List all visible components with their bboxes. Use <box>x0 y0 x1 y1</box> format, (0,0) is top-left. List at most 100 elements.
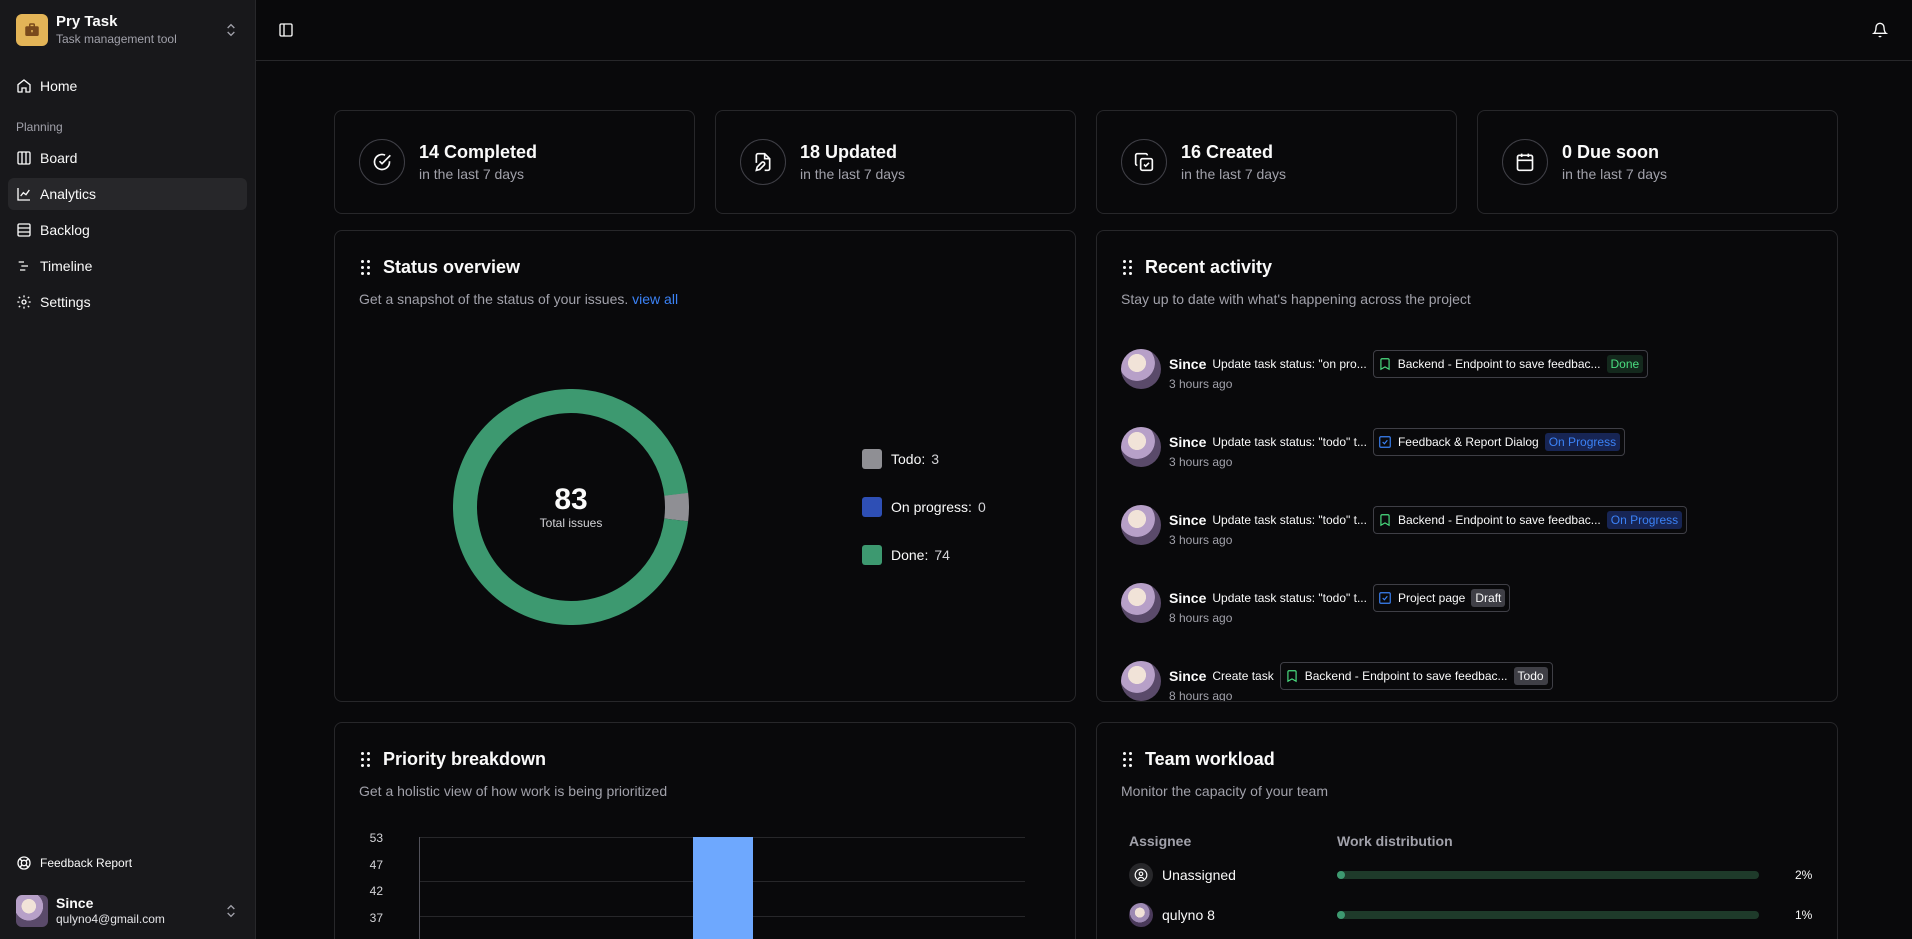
activity-text: Update task status: "on pro... <box>1212 357 1367 371</box>
app-root: Pry Task Task management tool Home Plann… <box>0 0 1912 939</box>
activity-time: 8 hours ago <box>1169 689 1233 702</box>
task-chip[interactable]: Backend - Endpoint to save feedbac... To… <box>1279 662 1553 690</box>
task-chip[interactable]: Feedback & Report Dialog On Progress <box>1372 428 1626 456</box>
table-icon <box>17 223 31 237</box>
workspace-name: Pry Task <box>56 13 118 30</box>
activity-user: Since <box>1169 668 1207 684</box>
activity-time: 3 hours ago <box>1169 377 1233 391</box>
avatar <box>1121 505 1161 545</box>
drag-handle-icon[interactable] <box>359 260 371 276</box>
drag-handle-icon[interactable] <box>359 752 371 768</box>
card-description: Get a holistic view of how work is being… <box>359 783 668 799</box>
user-name: Since <box>56 895 94 911</box>
task-chip[interactable]: Project page Draft <box>1372 584 1511 612</box>
stat-subtitle: in the last 7 days <box>1562 166 1668 182</box>
legend-done: Done: 74 <box>862 543 986 567</box>
stat-created: 16 Created in the last 7 days <box>1096 110 1457 214</box>
user-menu[interactable]: Since qulyno4@gmail.com <box>0 887 255 939</box>
stat-updated: 18 Updated in the last 7 days <box>715 110 1076 214</box>
activity-text: Create task <box>1212 669 1274 683</box>
activity-item: Since Update task status: "todo" t... Pr… <box>1121 575 1813 653</box>
main-area: 14 Completed in the last 7 days 18 Update… <box>256 0 1912 939</box>
activity-user: Since <box>1169 356 1207 372</box>
activity-item: Since Update task status: "on pro... Bac… <box>1121 341 1813 419</box>
stat-title: 14 Completed <box>419 142 538 162</box>
nav-board-label: Board <box>40 150 78 166</box>
card-description: Get a snapshot of the status of your iss… <box>359 291 679 307</box>
check-square-icon <box>1379 592 1391 604</box>
activity-user: Since <box>1169 434 1207 450</box>
status-badge: On Progress <box>1606 511 1683 529</box>
stat-due-soon: 0 Due soon in the last 7 days <box>1477 110 1838 214</box>
stat-title: 18 Updated <box>800 142 898 162</box>
task-chip[interactable]: Backend - Endpoint to save feedbac... On… <box>1372 506 1688 534</box>
board-icon <box>17 151 31 165</box>
workload-row: Unassigned 2% <box>1129 855 1813 895</box>
chart-bar <box>693 837 753 939</box>
nav-home[interactable]: Home <box>8 70 247 102</box>
nav-backlog-label: Backlog <box>40 222 90 238</box>
nav-board[interactable]: Board <box>8 142 247 174</box>
assignee-name: Unassigned <box>1162 867 1236 883</box>
feedback-report-label: Feedback Report <box>40 856 133 870</box>
feedback-report-link[interactable]: Feedback Report <box>0 847 255 879</box>
card-title: Team workload <box>1145 749 1275 769</box>
card-description: Monitor the capacity of your team <box>1121 783 1328 799</box>
team-workload-card: Team workload Monitor the capacity of yo… <box>1096 722 1838 939</box>
calendar-icon <box>1516 153 1534 172</box>
chevrons-up-down-icon <box>227 904 235 918</box>
avatar <box>1129 903 1153 927</box>
bookmark-icon <box>1380 514 1390 527</box>
bell-icon[interactable] <box>1872 22 1888 38</box>
stat-completed: 14 Completed in the last 7 days <box>334 110 695 214</box>
nav-analytics[interactable]: Analytics <box>8 178 247 210</box>
gear-icon <box>17 295 31 309</box>
status-badge: Done <box>1606 355 1644 373</box>
task-chip[interactable]: Backend - Endpoint to save feedbac... Do… <box>1372 350 1649 378</box>
bookmark-icon <box>1380 358 1390 371</box>
avatar <box>1121 661 1161 701</box>
activity-user: Since <box>1169 512 1207 528</box>
activity-time: 3 hours ago <box>1169 455 1233 469</box>
activity-text: Update task status: "todo" t... <box>1212 513 1367 527</box>
activity-time: 8 hours ago <box>1169 611 1233 625</box>
avatar <box>1121 427 1161 467</box>
avatar <box>1121 583 1161 623</box>
activity-text: Update task status: "todo" t... <box>1212 435 1367 449</box>
nav-analytics-label: Analytics <box>40 186 97 202</box>
workload-percent: 1% <box>1795 908 1813 922</box>
home-icon <box>17 79 31 93</box>
nav-backlog[interactable]: Backlog <box>8 214 247 246</box>
status-overview-card: Status overview Get a snapshot of the st… <box>334 230 1076 702</box>
y-tick: 42 <box>369 884 383 898</box>
status-legend: Todo: 3 On progress: 0 Done: 74 <box>862 447 986 591</box>
stat-subtitle: in the last 7 days <box>1181 166 1287 182</box>
activity-item: Since Update task status: "todo" t... Fe… <box>1121 419 1813 497</box>
drag-handle-icon[interactable] <box>1121 752 1133 768</box>
user-icon <box>1129 863 1153 887</box>
drag-handle-icon[interactable] <box>1121 260 1133 276</box>
chevrons-up-down-icon <box>227 23 235 37</box>
sidebar-toggle-icon[interactable] <box>278 22 294 38</box>
nav-settings-label: Settings <box>40 294 91 310</box>
check-circle-icon <box>373 153 391 171</box>
activity-item: Since Create task Backend - Endpoint to … <box>1121 653 1813 702</box>
recent-activity-card: Recent activity Stay up to date with wha… <box>1096 230 1838 702</box>
total-issues-label: Total issues <box>539 516 603 530</box>
card-description: Stay up to date with what's happening ac… <box>1121 291 1471 307</box>
activity-item: Since Update task status: "todo" t... Ba… <box>1121 497 1813 575</box>
workload-progress <box>1337 871 1759 879</box>
sidebar: Pry Task Task management tool Home Plann… <box>0 0 256 939</box>
legend-on-progress: On progress: 0 <box>862 495 986 519</box>
task-title: Backend - Endpoint to save feedbac... <box>1397 513 1601 527</box>
avatar <box>1121 349 1161 389</box>
workspace-switcher[interactable]: Pry Task Task management tool <box>0 0 255 60</box>
nav-timeline[interactable]: Timeline <box>8 250 247 282</box>
topbar <box>256 0 1912 61</box>
stats-row: 14 Completed in the last 7 days 18 Update… <box>334 110 1838 214</box>
y-tick: 47 <box>369 858 383 872</box>
nav-settings[interactable]: Settings <box>8 286 247 318</box>
workload-percent: 2% <box>1795 868 1813 882</box>
view-all-link[interactable]: view all <box>632 291 678 307</box>
copy-check-icon <box>1134 152 1154 172</box>
